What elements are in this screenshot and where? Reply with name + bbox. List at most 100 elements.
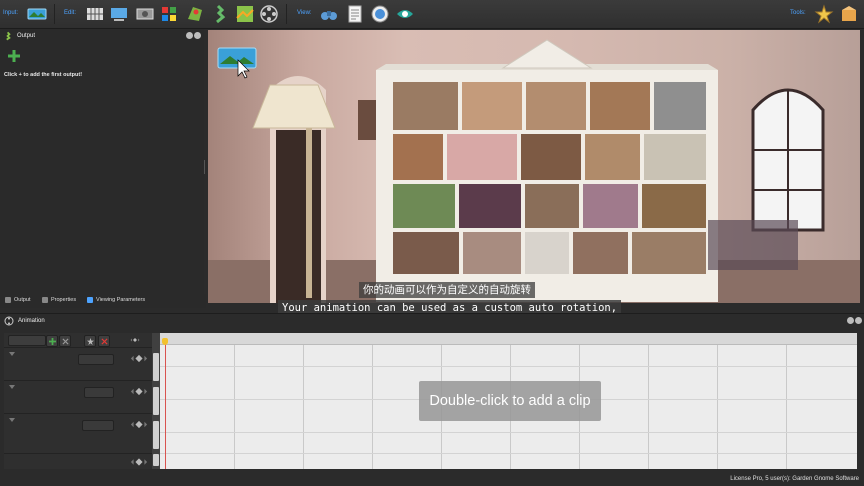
grid-line bbox=[160, 432, 857, 433]
keyframe-diamond-icon[interactable] bbox=[130, 387, 148, 396]
film-reel-icon bbox=[4, 316, 14, 326]
scroll-thumb[interactable] bbox=[153, 387, 159, 415]
track-scrollbar[interactable] bbox=[152, 333, 160, 469]
tab-output[interactable]: Output bbox=[5, 297, 31, 303]
plus-icon bbox=[8, 50, 20, 62]
add-track-button[interactable] bbox=[46, 335, 58, 347]
compass-icon bbox=[371, 5, 389, 23]
panorama-viewer[interactable] bbox=[208, 30, 860, 303]
image-button[interactable] bbox=[134, 3, 156, 25]
film-reel-icon bbox=[260, 5, 278, 23]
panel-close-icon[interactable] bbox=[855, 317, 862, 324]
track-list bbox=[4, 333, 156, 469]
remove-track-button[interactable] bbox=[59, 335, 71, 347]
eye-button[interactable] bbox=[394, 3, 416, 25]
image-icon bbox=[136, 8, 154, 20]
scroll-thumb[interactable] bbox=[153, 454, 159, 466]
globe-icon bbox=[188, 7, 202, 21]
main-toolbar: Input: Edit: View: Tools: bbox=[0, 0, 864, 29]
panel-splitter[interactable] bbox=[203, 160, 206, 174]
tab-properties[interactable]: Properties bbox=[42, 297, 76, 303]
add-clip-hint: Double-click to add a clip bbox=[419, 381, 601, 421]
grid-line bbox=[234, 345, 235, 469]
panel-float-icon[interactable] bbox=[847, 317, 854, 324]
grid-line bbox=[717, 345, 718, 469]
grid-line bbox=[160, 366, 857, 367]
map-button[interactable] bbox=[234, 3, 256, 25]
package-button[interactable] bbox=[838, 3, 860, 25]
add-output-button[interactable] bbox=[7, 49, 21, 63]
scroll-thumb[interactable] bbox=[153, 353, 159, 381]
panel-float-icon[interactable] bbox=[186, 32, 193, 39]
keyframe-diamond-icon[interactable] bbox=[130, 354, 148, 363]
delete-keyframe-button[interactable] bbox=[98, 335, 110, 347]
keyframe-diamond-icon[interactable] bbox=[130, 420, 148, 429]
output-panel: Output Click + to add the first output! bbox=[0, 29, 204, 294]
grid-button[interactable] bbox=[84, 3, 106, 25]
close-icon bbox=[61, 337, 69, 345]
map-icon bbox=[236, 6, 254, 22]
grid-line bbox=[648, 345, 649, 469]
eye-icon bbox=[397, 10, 413, 18]
grid-line bbox=[160, 453, 857, 454]
scroll-thumb[interactable] bbox=[153, 421, 159, 449]
crop-button[interactable] bbox=[158, 3, 180, 25]
track-row[interactable] bbox=[4, 347, 156, 380]
tools-label: Tools: bbox=[790, 10, 806, 16]
star-tool-icon bbox=[814, 4, 834, 24]
status-bar: License Pro, 5 user(s): Garden Gnome Sof… bbox=[0, 472, 864, 486]
track-value-field[interactable] bbox=[82, 420, 114, 431]
playhead-handle[interactable] bbox=[162, 338, 168, 345]
compass-button[interactable] bbox=[369, 3, 391, 25]
globe-button[interactable] bbox=[184, 3, 206, 25]
clip-select[interactable] bbox=[8, 335, 46, 346]
add-output-hint: Click + to add the first output! bbox=[4, 72, 83, 78]
grid-line bbox=[303, 345, 304, 469]
left-panel-tabs: Output Properties Viewing Parameters bbox=[0, 294, 206, 308]
animation-panel-header: Animation bbox=[0, 313, 864, 328]
expand-arrow-icon[interactable] bbox=[9, 352, 15, 356]
track-value-field[interactable] bbox=[84, 387, 114, 398]
keyframe-diamond-icon bbox=[130, 338, 140, 342]
output-panel-header: Output bbox=[0, 29, 204, 43]
package-icon bbox=[842, 6, 856, 21]
toolbar-separator bbox=[286, 4, 287, 24]
timeline-ruler[interactable] bbox=[160, 333, 857, 345]
output-icon bbox=[5, 297, 11, 303]
keyframe-diamond-icon[interactable] bbox=[130, 458, 148, 466]
properties-icon bbox=[42, 297, 48, 303]
animation-panel-title: Animation bbox=[18, 318, 45, 324]
panel-close-icon[interactable] bbox=[194, 32, 201, 39]
keyframe-star-button[interactable] bbox=[84, 335, 96, 347]
grid-line bbox=[372, 345, 373, 469]
star-tool-button[interactable] bbox=[813, 3, 835, 25]
track-value-field[interactable] bbox=[78, 354, 114, 365]
delete-keyframe-icon bbox=[100, 337, 108, 345]
tab-viewing-parameters[interactable]: Viewing Parameters bbox=[87, 297, 145, 303]
dollhouse-panorama-image bbox=[208, 39, 860, 303]
track-row[interactable] bbox=[4, 453, 156, 470]
track-row[interactable] bbox=[4, 380, 156, 413]
expand-arrow-icon[interactable] bbox=[9, 385, 15, 389]
keyframe-nav[interactable] bbox=[130, 335, 140, 345]
plus-icon bbox=[48, 337, 56, 345]
binoculars-icon bbox=[321, 11, 337, 20]
subtitle-chinese: 你的动画可以作为自定义的自动旋转 bbox=[359, 282, 535, 298]
playhead[interactable] bbox=[165, 342, 166, 469]
output-icon bbox=[6, 31, 11, 41]
edit-label: Edit: bbox=[64, 10, 77, 16]
track-controls bbox=[4, 333, 156, 347]
track-row[interactable] bbox=[4, 413, 156, 446]
view-label: View: bbox=[297, 10, 312, 16]
grid-line bbox=[786, 345, 787, 469]
projection-button[interactable] bbox=[108, 3, 130, 25]
input-label: Input: bbox=[3, 10, 19, 16]
notes-button[interactable] bbox=[344, 3, 366, 25]
expand-arrow-icon[interactable] bbox=[9, 418, 15, 422]
panorama-icon bbox=[27, 8, 47, 20]
projection-icon bbox=[111, 8, 127, 21]
panorama-input-button[interactable] bbox=[26, 3, 48, 25]
straighten-button[interactable] bbox=[208, 3, 230, 25]
binoculars-button[interactable] bbox=[318, 3, 340, 25]
film-reel-button[interactable] bbox=[258, 3, 280, 25]
